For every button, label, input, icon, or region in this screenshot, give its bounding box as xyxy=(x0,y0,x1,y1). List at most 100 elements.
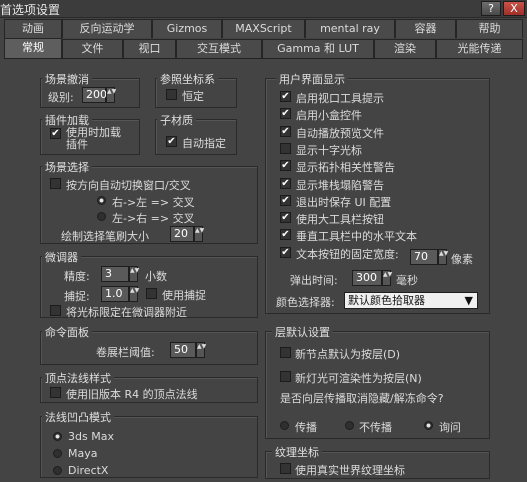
scene-undo-title: 场景撤消 xyxy=(42,71,92,87)
ms-label: 毫秒 xyxy=(396,274,418,287)
propagate-label: 传播 xyxy=(295,421,317,434)
load-on-use-checkbox[interactable]: ✔ xyxy=(50,128,61,139)
normal-bump-title: 法线凹凸模式 xyxy=(42,409,114,425)
tab-tabs_row1-0[interactable]: 动画 xyxy=(4,19,62,38)
tab-tabs_row2-4[interactable]: Gamma 和 LUT xyxy=(262,39,374,58)
ui-option-checkbox-3[interactable] xyxy=(280,143,291,154)
ask-radio[interactable] xyxy=(424,421,433,430)
window-title: 首选项设置 xyxy=(0,3,61,17)
command-panel-title: 命令面板 xyxy=(42,324,92,340)
tab-tabs_row1-3[interactable]: MAXScript xyxy=(222,19,305,38)
tab-tabs_row2-3[interactable]: 交互模式 xyxy=(176,39,262,58)
spinners-title: 微调器 xyxy=(42,249,81,265)
new-nodes-bylayer-checkbox[interactable] xyxy=(280,347,291,358)
tab-tabs_row2-1[interactable]: 文件 xyxy=(62,39,123,58)
decimals-label: 小数 xyxy=(145,270,167,283)
flyout-time-label: 弹出时间: xyxy=(290,274,338,287)
precision-input[interactable]: 3 xyxy=(101,266,129,282)
fixed-width-input[interactable]: 70 xyxy=(410,249,438,265)
precision-spinner[interactable]: ▲▼ xyxy=(129,266,139,282)
rollout-threshold-spinner[interactable]: ▲▼ xyxy=(196,342,206,358)
propagate-radio[interactable] xyxy=(280,421,289,430)
rollout-threshold-input[interactable]: 50 xyxy=(170,342,196,358)
ui-option-checkbox-7[interactable]: ✔ xyxy=(280,212,291,223)
new-lights-bylayer-checkbox[interactable] xyxy=(280,371,291,382)
texture-coord-title: 纹理坐标 xyxy=(272,444,322,460)
ui-option-checkbox-2[interactable]: ✔ xyxy=(280,126,291,137)
tab-tabs_row2-2[interactable]: 视口 xyxy=(123,39,176,58)
chevron-down-icon: ▼ xyxy=(464,294,473,307)
ui-option-checkbox-8[interactable]: ✔ xyxy=(280,229,291,240)
tab-tabs_row1-4[interactable]: mental ray xyxy=(305,19,395,38)
new-nodes-bylayer-label: 新节点默认为按层(D) xyxy=(295,348,401,361)
title-bar xyxy=(0,0,527,18)
color-picker-value: 默认颜色拾取器 xyxy=(348,294,425,307)
undo-level-spinner[interactable]: ▲▼ xyxy=(106,87,116,103)
tab-tabs_row1-1[interactable]: 反向运动学 xyxy=(62,19,152,38)
auto-assign-label: 自动指定 xyxy=(182,137,226,150)
snap-label: 捕捉: xyxy=(64,290,90,303)
legacy-normal-checkbox[interactable] xyxy=(50,387,61,398)
snap-spinner[interactable]: ▲▼ xyxy=(129,286,139,302)
ui-option-checkbox-9[interactable]: ✔ xyxy=(280,247,291,258)
real-world-checkbox[interactable] xyxy=(280,463,291,474)
new-lights-bylayer-label: 新灯光可渲染性为按层(N) xyxy=(295,372,422,385)
ui-option-label-9: 文本按钮的固定宽度: xyxy=(296,248,399,261)
ui-option-checkbox-4[interactable]: ✔ xyxy=(280,160,291,171)
brush-size-input[interactable]: 20 xyxy=(170,226,194,242)
tab-tabs_row1-5[interactable]: 容器 xyxy=(395,19,456,38)
load-on-use-label: 使用时加载插件 xyxy=(66,126,121,151)
help-button[interactable]: ? xyxy=(481,1,501,16)
constant-checkbox[interactable] xyxy=(166,89,177,100)
constant-label: 恒定 xyxy=(182,90,204,103)
sub-material-title: 子材质 xyxy=(157,112,196,128)
tab-tabs_row2-5[interactable]: 渲染 xyxy=(374,39,436,58)
flyout-time-input[interactable]: 300 xyxy=(352,270,382,286)
vertex-normal-title: 顶点法线样式 xyxy=(42,370,114,386)
bump-maya-radio[interactable] xyxy=(53,449,62,458)
bump-directx-radio[interactable] xyxy=(53,466,62,475)
ui-option-label-6: 退出时保存 UI 配置 xyxy=(296,196,392,209)
rollout-threshold-label: 卷展栏阈值: xyxy=(96,346,155,359)
ui-option-checkbox-0[interactable]: ✔ xyxy=(280,91,291,102)
ui-option-label-8: 垂直工具栏中的水平文本 xyxy=(296,230,417,243)
ui-option-checkbox-1[interactable]: ✔ xyxy=(280,108,291,119)
use-snap-checkbox[interactable] xyxy=(146,288,157,299)
tab-tabs_row2-0[interactable]: 常规 xyxy=(4,38,62,58)
snap-input[interactable]: 1.0 xyxy=(101,286,129,302)
no-propagate-radio[interactable] xyxy=(345,421,354,430)
undo-level-label: 级别: xyxy=(48,91,74,104)
no-propagate-label: 不传播 xyxy=(359,421,392,434)
auto-switch-checkbox[interactable] xyxy=(50,178,61,189)
wrap-cursor-checkbox[interactable] xyxy=(50,305,61,316)
bump-3dsmax-label: 3ds Max xyxy=(68,430,114,443)
ask-label: 询问 xyxy=(439,421,461,434)
auto-assign-checkbox[interactable]: ✔ xyxy=(166,136,177,147)
ui-option-checkbox-6[interactable]: ✔ xyxy=(280,195,291,206)
tab-tabs_row1-2[interactable]: Gizmos xyxy=(152,19,222,38)
flyout-time-spinner[interactable]: ▲▼ xyxy=(382,270,392,286)
ui-option-checkbox-5[interactable]: ✔ xyxy=(280,178,291,189)
ui-option-label-0: 启用视口工具提示 xyxy=(296,92,384,105)
propagate-question: 是否向层传播取消隐藏/解冻命令? xyxy=(280,392,444,405)
ltr-crossing-radio[interactable] xyxy=(97,212,106,221)
bump-maya-label: Maya xyxy=(68,447,98,460)
rtl-crossing-radio[interactable] xyxy=(97,196,106,205)
ui-display-title: 用户界面显示 xyxy=(276,71,348,87)
fixed-width-spinner[interactable]: ▲▼ xyxy=(438,249,448,265)
ref-coord-title: 参照坐标系 xyxy=(157,71,218,87)
bump-directx-label: DirectX xyxy=(68,464,109,477)
color-picker-dropdown[interactable]: 默认颜色拾取器 ▼ xyxy=(344,292,478,309)
tab-tabs_row1-6[interactable]: 帮助 xyxy=(456,19,523,38)
brush-size-spinner[interactable]: ▲▼ xyxy=(194,226,204,242)
layer-defaults-title: 层默认设置 xyxy=(272,324,333,340)
ui-option-label-2: 自动播放预览文件 xyxy=(296,127,384,140)
use-snap-label: 使用捕捉 xyxy=(162,289,206,302)
wrap-cursor-label: 将光标限定在微调器附近 xyxy=(66,306,187,319)
bump-3dsmax-radio[interactable] xyxy=(53,432,62,441)
ui-option-label-5: 显示堆栈塌陷警告 xyxy=(296,179,384,192)
ui-option-label-1: 启用小盒控件 xyxy=(296,109,362,122)
tab-tabs_row2-6[interactable]: 光能传递 xyxy=(436,39,523,58)
close-button[interactable]: X xyxy=(503,1,525,16)
undo-level-input[interactable]: 200 xyxy=(82,87,107,103)
